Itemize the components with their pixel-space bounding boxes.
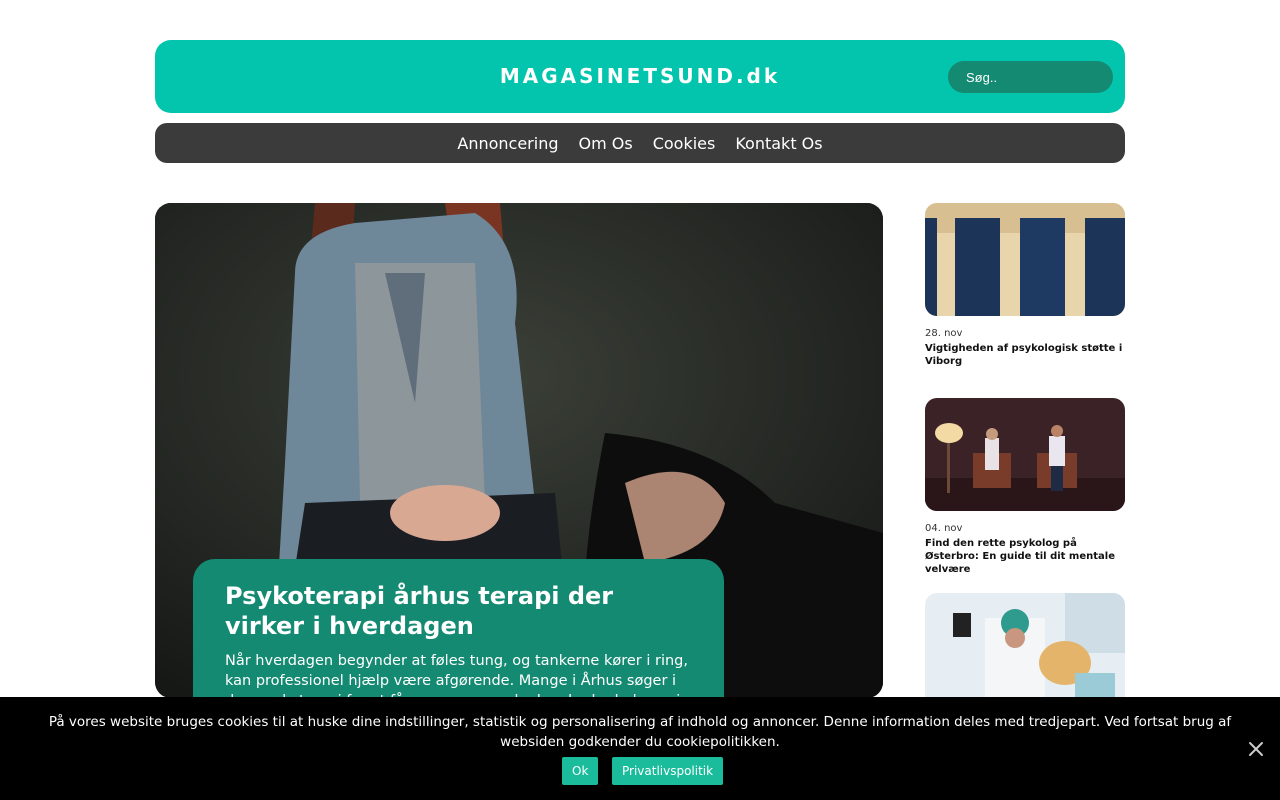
- privacy-policy-button[interactable]: Privatlivspolitik: [612, 757, 724, 785]
- therapy-session-image: [925, 398, 1125, 511]
- page: MAGASINETSUND.dk Annoncering Om Os Cooki…: [0, 0, 1280, 800]
- hero-card: Psykoterapi århus terapi der virker i hv…: [193, 559, 724, 698]
- article-thumbnail[interactable]: [925, 203, 1125, 316]
- main-nav: Annoncering Om Os Cookies Kontakt Os: [155, 123, 1125, 163]
- nav-item-kontakt-os[interactable]: Kontakt Os: [735, 134, 822, 153]
- cookie-ok-button[interactable]: Ok: [562, 757, 599, 785]
- article-date: 28. nov: [925, 328, 963, 339]
- hero-article[interactable]: Psykoterapi århus terapi der virker i hv…: [155, 203, 883, 698]
- hero-excerpt: Når hverdagen begynder at føles tung, og…: [225, 653, 688, 698]
- cookie-notice-text: På vores website bruges cookies til at h…: [48, 714, 1232, 750]
- chairs-image: [925, 203, 1125, 316]
- cookie-banner: På vores website bruges cookies til at h…: [0, 697, 1280, 800]
- nav-item-om-os[interactable]: Om Os: [579, 134, 633, 153]
- hero-title[interactable]: Psykoterapi århus terapi der virker i hv…: [225, 581, 692, 641]
- article-date: 04. nov: [925, 523, 963, 534]
- close-icon[interactable]: [1246, 739, 1266, 759]
- nav-item-cookies[interactable]: Cookies: [653, 134, 716, 153]
- site-header: MAGASINETSUND.dk: [155, 40, 1125, 113]
- article-title[interactable]: Vigtigheden af psykologisk støtte i Vibo…: [925, 342, 1125, 368]
- article-thumbnail[interactable]: [925, 593, 1125, 706]
- dentist-image: [925, 593, 1125, 706]
- sidebar-article-2[interactable]: 04. nov Find den rette psykolog på Øster…: [925, 398, 1125, 576]
- sidebar-article-1[interactable]: 28. nov Vigtigheden af psykologisk støtt…: [925, 203, 1125, 368]
- search-input[interactable]: [948, 61, 1113, 93]
- article-thumbnail[interactable]: [925, 398, 1125, 511]
- article-title[interactable]: Find den rette psykolog på Østerbro: En …: [925, 537, 1125, 576]
- nav-item-annoncering[interactable]: Annoncering: [457, 134, 558, 153]
- sidebar-article-3[interactable]: [925, 593, 1125, 706]
